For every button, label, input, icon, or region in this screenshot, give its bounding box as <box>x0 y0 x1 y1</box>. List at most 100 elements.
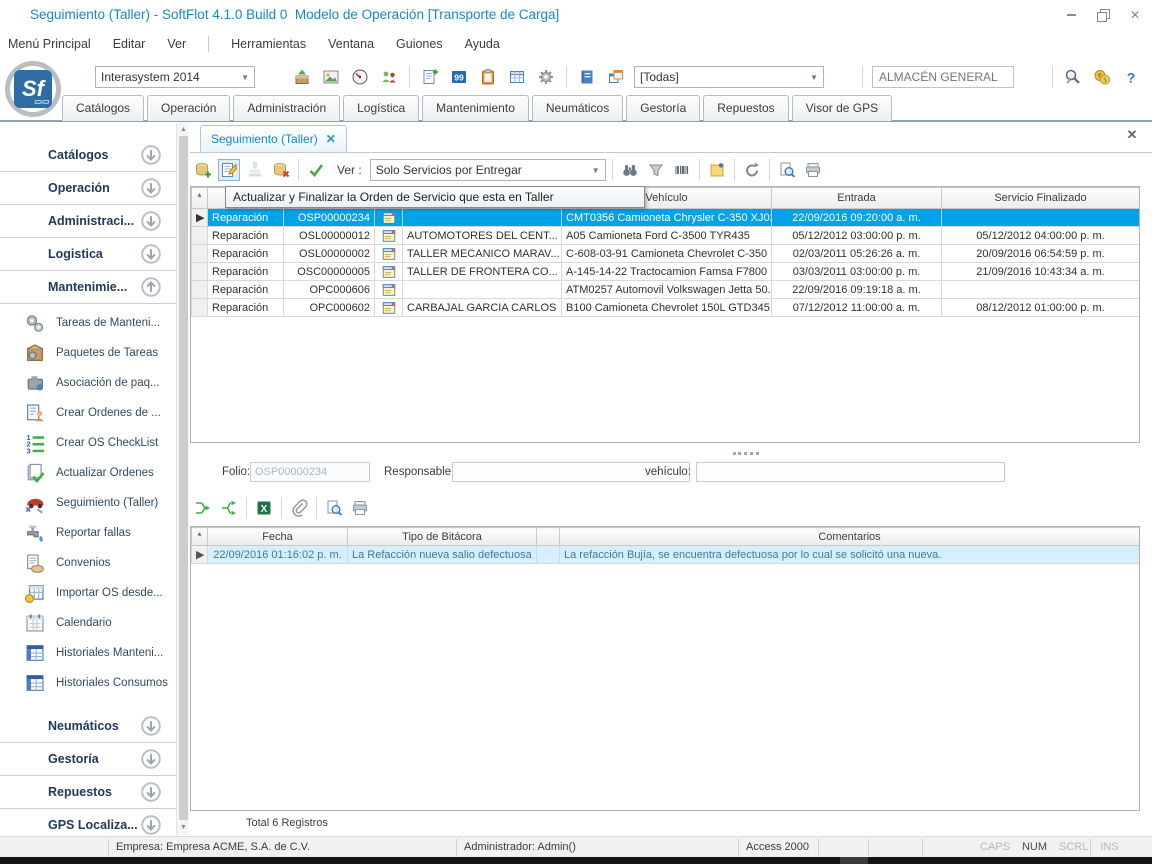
expand-down-icon[interactable] <box>140 715 162 737</box>
table-row[interactable]: ▶ReparaciónOSP00000234CMT0356 Camioneta … <box>192 209 1140 227</box>
module-tab-neum-ticos[interactable]: Neumáticos <box>532 95 623 121</box>
home-icon[interactable] <box>831 66 853 88</box>
sidebar-section-repuestos[interactable]: Repuestos <box>0 776 176 809</box>
column-header-finalizado[interactable]: Servicio Finalizado <box>942 188 1140 209</box>
db-del-icon[interactable] <box>270 159 292 181</box>
module-tab-repuestos[interactable]: Repuestos <box>703 95 788 121</box>
sidebar-section-administraci-[interactable]: Administraci... <box>0 205 176 238</box>
note-icon[interactable] <box>706 159 728 181</box>
users-icon[interactable] <box>378 66 400 88</box>
table-row[interactable]: ReparaciónOSC00000005TALLER DE FRONTERA … <box>192 263 1140 281</box>
m-badge-icon[interactable] <box>66 66 88 88</box>
vehiculo-field[interactable] <box>696 462 1005 482</box>
expand-down-icon[interactable] <box>140 814 162 835</box>
profile-combobox[interactable]: Interasystem 2014▼ <box>95 66 255 88</box>
sidebar-item-crear-os-checklist[interactable]: 123Crear OS CheckList <box>0 428 176 458</box>
doc-edit-icon[interactable] <box>218 159 240 181</box>
module-tab-log-stica[interactable]: Logística <box>343 95 419 121</box>
branch-in-icon[interactable] <box>192 497 214 519</box>
sidebar-section-gestor-a[interactable]: Gestoría <box>0 743 176 776</box>
clipboard-icon[interactable] <box>477 66 499 88</box>
menu-item-editar[interactable]: Editar <box>113 37 146 51</box>
scroll-down-icon[interactable]: ▼ <box>179 823 188 832</box>
workspace-close-icon[interactable]: ✕ <box>1124 127 1140 143</box>
column-header-entrada[interactable]: Entrada <box>772 188 942 209</box>
menu-item-herramientas[interactable]: Herramientas <box>231 37 306 51</box>
menu-item-ayuda[interactable]: Ayuda <box>465 37 500 51</box>
gear-icon[interactable] <box>535 66 557 88</box>
sidebar-item-tareas-de-manteni-[interactable]: Tareas de Manteni... <box>0 308 176 338</box>
coins-icon[interactable]: €$ <box>1091 66 1113 88</box>
tab-close-icon[interactable]: ✕ <box>326 132 336 146</box>
close-button[interactable]: ✕ <box>1128 8 1142 22</box>
table-row[interactable]: ReparaciónOPC000602CARBAJAL GARCIA CARLO… <box>192 299 1140 317</box>
todas-combobox[interactable]: [Todas]▼ <box>634 66 824 88</box>
scroll-up-icon[interactable]: ▲ <box>179 125 188 134</box>
document-tab-seguimiento[interactable]: Seguimiento (Taller) ✕ <box>200 125 347 152</box>
table-row[interactable]: ReparaciónOSL00000002TALLER MECANICO MAR… <box>192 245 1140 263</box>
module-tab-mantenimiento[interactable]: Mantenimiento <box>422 95 529 121</box>
sidebar-item-asociaci-n-de-paq-[interactable]: Asociación de paq... <box>0 368 176 398</box>
sidebar-item-convenios[interactable]: Convenios <box>0 548 176 578</box>
paperclip-icon[interactable] <box>288 497 310 519</box>
column-header-comentarios[interactable]: Comentarios <box>560 528 1140 546</box>
collapse-up-icon[interactable] <box>140 276 162 298</box>
sidebar-scrollbar[interactable]: ▲ ▼ <box>176 123 189 835</box>
window-copy-icon[interactable] <box>605 66 627 88</box>
sidebar-item-historiales-manteni-[interactable]: Historiales Manteni... <box>0 638 176 668</box>
funnel-icon[interactable] <box>645 159 667 181</box>
sidebar-section-gps-localiza-[interactable]: GPS Localiza... <box>0 809 176 835</box>
expand-down-icon[interactable] <box>140 781 162 803</box>
zoom-page-icon[interactable] <box>776 159 798 181</box>
folio-field[interactable] <box>250 462 370 482</box>
table-row[interactable]: ReparaciónOPC000606ATM0257 Automovil Vol… <box>192 281 1140 299</box>
globe-icon[interactable] <box>1021 66 1043 88</box>
doc-plus-icon[interactable] <box>419 66 441 88</box>
restore-button[interactable] <box>1096 8 1110 22</box>
branch-out-icon[interactable] <box>218 497 240 519</box>
sidebar-item-crear-ordenes-de-[interactable]: Crear Ordenes de ... <box>0 398 176 428</box>
column-header-tipo[interactable]: Tipo de Bitácora <box>348 528 537 546</box>
barcode-icon[interactable] <box>671 159 693 181</box>
sidebar-item-importar-os-desde-[interactable]: Importar OS desde... <box>0 578 176 608</box>
expand-down-icon[interactable] <box>140 748 162 770</box>
menu-item-guiones[interactable]: Guiones <box>396 37 443 51</box>
sidebar-section-operaci-n[interactable]: Operación <box>0 172 176 205</box>
db-add-icon[interactable] <box>192 159 214 181</box>
sidebar-section-neum-ticos[interactable]: Neumáticos <box>0 710 176 743</box>
gauge-icon[interactable] <box>349 66 371 88</box>
module-tab-administraci-n[interactable]: Administración <box>233 95 340 121</box>
module-tab-cat-logos[interactable]: Catálogos <box>62 95 144 121</box>
sidebar-item-paquetes-de-tareas[interactable]: Paquetes de Tareas <box>0 338 176 368</box>
sidebar-section-cat-logos[interactable]: Catálogos <box>0 139 176 172</box>
menu-item-ventana[interactable]: Ventana <box>328 37 374 51</box>
expand-down-icon[interactable] <box>140 210 162 232</box>
binoculars-icon[interactable] <box>619 159 641 181</box>
excel-icon[interactable]: X <box>253 497 275 519</box>
column-header-indicator[interactable]: * <box>192 528 208 546</box>
table-blue-icon[interactable] <box>506 66 528 88</box>
ver-combobox[interactable]: Solo Servicios por Entregar▼ <box>370 159 606 181</box>
sidebar-item-seguimiento-taller-[interactable]: Seguimiento (Taller) <box>0 488 176 518</box>
sidebar-section-logistica[interactable]: Logistica <box>0 238 176 271</box>
sidebar-section-mantenimie-[interactable]: Mantenimie... <box>0 271 176 304</box>
column-header-gap[interactable] <box>537 528 560 546</box>
sidebar-item-actualizar-ordenes[interactable]: Actualizar Ordenes <box>0 458 176 488</box>
column-header-fecha[interactable]: Fecha <box>208 528 348 546</box>
column-header-indicator[interactable]: * <box>192 188 208 209</box>
wrench-search-icon[interactable] <box>1062 66 1084 88</box>
table-row[interactable]: ▶22/09/2016 01:16:02 p. m.La Refacción n… <box>192 546 1140 564</box>
badge-99-icon[interactable]: 99 <box>448 66 470 88</box>
scrollbar-thumb[interactable] <box>179 136 188 820</box>
almacen-input[interactable] <box>872 66 1014 88</box>
module-tab-visor-de-gps[interactable]: Visor de GPS <box>792 95 892 121</box>
splitter-grip[interactable] <box>733 452 759 455</box>
sidebar-item-calendario[interactable]: Calendario <box>0 608 176 638</box>
picture-icon[interactable] <box>320 66 342 88</box>
sidebar-item-historiales-consumos[interactable]: Historiales Consumos <box>0 668 176 698</box>
expand-down-icon[interactable] <box>140 243 162 265</box>
expand-down-icon[interactable] <box>140 144 162 166</box>
expand-down-icon[interactable] <box>140 177 162 199</box>
book-blue-icon[interactable] <box>576 66 598 88</box>
box-update-icon[interactable] <box>291 66 313 88</box>
